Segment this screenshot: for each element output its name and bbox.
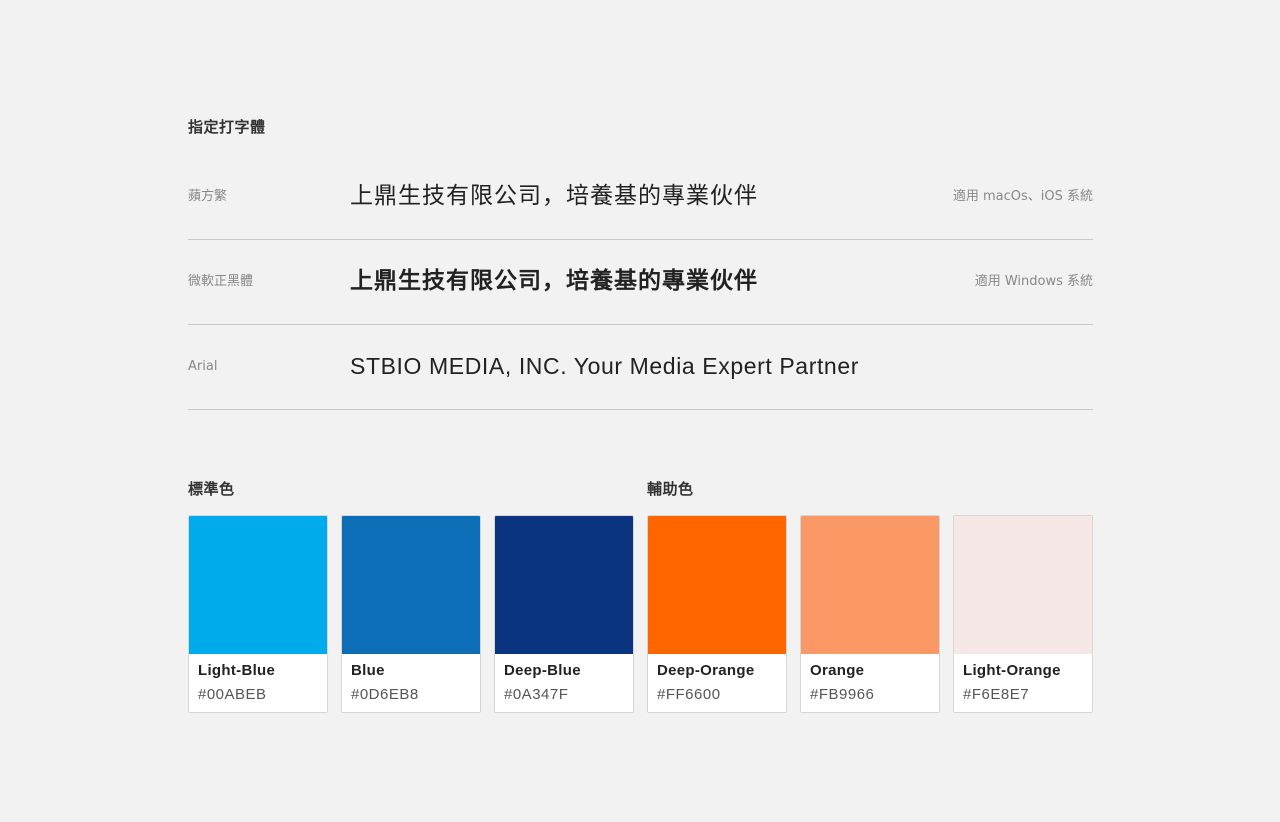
font-row-arial: Arial STBIO MEDIA, INC. Your Media Exper… bbox=[188, 324, 1093, 410]
font-sample: 上鼎生技有限公司，培養基的專業伙伴 bbox=[350, 183, 758, 209]
color-swatch-orange: Orange #FB9966 bbox=[800, 515, 940, 713]
font-row-microsoft-jhenghei: 微軟正黑體 上鼎生技有限公司，培養基的專業伙伴 適用 Windows 系統 bbox=[188, 239, 1093, 325]
font-sample: STBIO MEDIA, INC. Your Media Expert Part… bbox=[350, 353, 859, 379]
color-chip bbox=[801, 516, 939, 654]
auxiliary-colors-title: 輔助色 bbox=[647, 480, 694, 498]
color-name: Blue bbox=[351, 662, 385, 679]
color-chip bbox=[954, 516, 1092, 654]
font-name: 微軟正黑體 bbox=[188, 274, 254, 289]
color-hex: #0D6EB8 bbox=[351, 686, 419, 703]
color-name: Deep-Blue bbox=[504, 662, 581, 679]
color-hex: #F6E8E7 bbox=[963, 686, 1030, 703]
font-name: 蘋方繁 bbox=[188, 189, 228, 204]
color-name: Orange bbox=[810, 662, 865, 679]
color-chip bbox=[189, 516, 327, 654]
color-name: Light-Orange bbox=[963, 662, 1061, 679]
font-sample: 上鼎生技有限公司，培養基的專業伙伴 bbox=[350, 268, 758, 294]
color-chip bbox=[495, 516, 633, 654]
font-note: 適用 macOs、iOS 系統 bbox=[952, 189, 1093, 204]
typography-title: 指定打字體 bbox=[188, 118, 266, 136]
color-hex: #00ABEB bbox=[198, 686, 267, 703]
color-swatch-blue: Blue #0D6EB8 bbox=[341, 515, 481, 713]
color-swatch-light-orange: Light-Orange #F6E8E7 bbox=[953, 515, 1093, 713]
color-swatch-light-blue: Light-Blue #00ABEB bbox=[188, 515, 328, 713]
color-swatch-deep-orange: Deep-Orange #FF6600 bbox=[647, 515, 787, 713]
color-chip bbox=[648, 516, 786, 654]
color-swatch-deep-blue: Deep-Blue #0A347F bbox=[494, 515, 634, 713]
color-chip bbox=[342, 516, 480, 654]
color-name: Deep-Orange bbox=[657, 662, 755, 679]
color-hex: #0A347F bbox=[504, 686, 569, 703]
font-note: 適用 Windows 系統 bbox=[974, 274, 1093, 289]
font-name: Arial bbox=[188, 359, 218, 374]
font-row-pingfang: 蘋方繁 上鼎生技有限公司，培養基的專業伙伴 適用 macOs、iOS 系統 bbox=[188, 154, 1093, 240]
color-hex: #FB9966 bbox=[810, 686, 875, 703]
color-hex: #FF6600 bbox=[657, 686, 721, 703]
standard-colors-title: 標準色 bbox=[188, 480, 235, 498]
color-name: Light-Blue bbox=[198, 662, 276, 679]
